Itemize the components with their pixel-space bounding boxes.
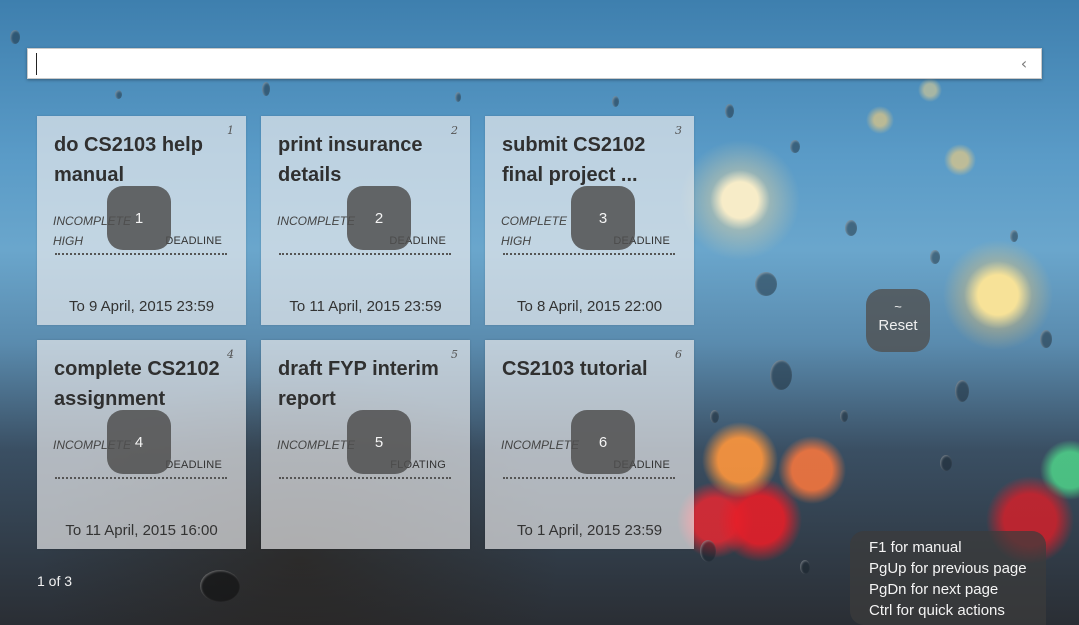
- task-date: To 11 April, 2015 16:00: [65, 522, 218, 539]
- help-line-quick-actions: Ctrl for quick actions: [869, 602, 1005, 619]
- command-input[interactable]: [36, 53, 1006, 75]
- task-status: INCOMPLETE: [277, 438, 356, 452]
- task-card-2[interactable]: 2 print insurance details INCOMPLETE DEA…: [261, 116, 470, 325]
- task-title: print insurance details: [278, 134, 423, 186]
- task-type: DEADLINE: [165, 235, 222, 247]
- task-title: complete CS2102 assignment: [54, 358, 220, 410]
- task-title: CS2103 tutorial: [502, 358, 648, 380]
- help-line-manual: F1 for manual: [869, 539, 962, 556]
- page-indicator: 1 of 3: [37, 573, 73, 589]
- task-number-badge[interactable]: 4: [107, 410, 171, 474]
- command-bar[interactable]: ‹: [27, 48, 1042, 79]
- task-status: COMPLETE: [501, 214, 568, 228]
- task-card-1[interactable]: 1 do CS2103 help manual INCOMPLETE HIGH …: [37, 116, 246, 325]
- divider: [503, 477, 675, 479]
- reset-button[interactable]: ~ Reset: [866, 289, 930, 352]
- help-line-next-page: PgDn for next page: [869, 581, 999, 598]
- task-title: draft FYP interim report: [278, 358, 439, 410]
- task-date: To 11 April, 2015 23:59: [289, 298, 442, 315]
- shortcut-help-panel: F1 for manual PgUp for previous page PgD…: [850, 531, 1046, 625]
- task-card-4[interactable]: 4 complete CS2102 assignment INCOMPLETE …: [37, 340, 246, 549]
- task-date: To 1 April, 2015 23:59: [516, 522, 663, 539]
- help-line-prev-page: PgUp for previous page: [869, 560, 1027, 577]
- divider: [279, 253, 451, 255]
- task-status: INCOMPLETE: [277, 214, 356, 228]
- task-priority: HIGH: [53, 234, 83, 248]
- task-title: do CS2103 help manual: [54, 134, 203, 186]
- task-status: INCOMPLETE: [501, 438, 580, 452]
- divider: [55, 477, 227, 479]
- task-type: DEADLINE: [165, 459, 222, 471]
- divider: [279, 477, 451, 479]
- tilde-icon: ~: [894, 299, 902, 314]
- divider: [55, 253, 227, 255]
- task-title: submit CS2102 final project ...: [502, 134, 646, 186]
- task-date: To 8 April, 2015 22:00: [516, 298, 663, 315]
- task-card-6[interactable]: 6 CS2103 tutorial INCOMPLETE DEADLINE To…: [485, 340, 694, 549]
- task-number-badge[interactable]: 2: [347, 186, 411, 250]
- task-card-3[interactable]: 3 submit CS2102 final project ... COMPLE…: [485, 116, 694, 325]
- task-number-badge[interactable]: 6: [571, 410, 635, 474]
- task-number-badge[interactable]: 1: [107, 186, 171, 250]
- task-date: To 9 April, 2015 23:59: [68, 298, 215, 315]
- chevron-left-icon[interactable]: ‹: [1017, 55, 1031, 73]
- reset-label: Reset: [878, 317, 918, 334]
- task-priority: HIGH: [501, 234, 531, 248]
- task-card-5[interactable]: 5 draft FYP interim report INCOMPLETE FL…: [261, 340, 470, 549]
- task-number-badge[interactable]: 3: [571, 186, 635, 250]
- task-number-badge[interactable]: 5: [347, 410, 411, 474]
- divider: [503, 253, 675, 255]
